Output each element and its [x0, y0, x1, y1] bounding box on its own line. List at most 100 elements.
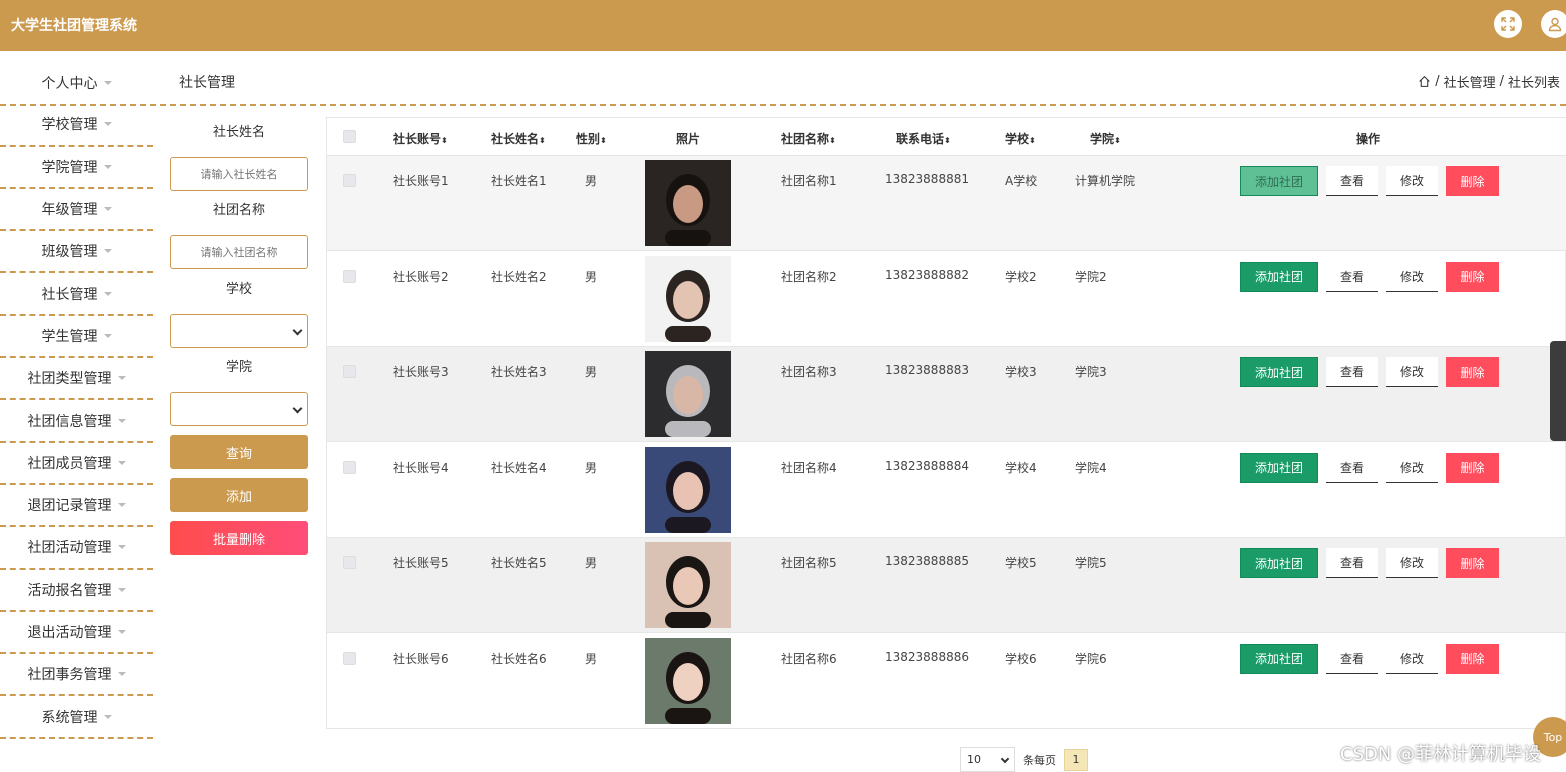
col-school[interactable]: 学校⬍: [1005, 130, 1036, 147]
school-select[interactable]: [170, 314, 308, 348]
cell-name: 社长姓名3: [491, 365, 547, 379]
delete-button[interactable]: 删除: [1446, 548, 1499, 578]
caret-down-icon: [117, 418, 126, 423]
sidebar-item-11[interactable]: 社团活动管理: [0, 527, 153, 570]
edit-button[interactable]: 修改: [1386, 357, 1438, 387]
caret-down-icon: [103, 164, 112, 169]
row-checkbox[interactable]: [343, 174, 356, 187]
college-select[interactable]: [170, 392, 308, 426]
per-page-label: 条每页: [1023, 753, 1056, 767]
breadcrumb-item-manage[interactable]: 社长管理: [1444, 72, 1496, 91]
sidebar-item-label: 退出活动管理: [27, 625, 112, 641]
sidebar-item-14[interactable]: 社团事务管理: [0, 654, 153, 697]
delete-button[interactable]: 删除: [1446, 261, 1499, 292]
add-club-button[interactable]: 添加社团: [1240, 357, 1318, 387]
sidebar-item-label: 年级管理: [41, 202, 98, 219]
view-button[interactable]: 查看: [1326, 261, 1378, 292]
cell-name: 社长姓名5: [491, 556, 547, 570]
sidebar-item-label: 社团事务管理: [27, 667, 112, 684]
delete-button[interactable]: 删除: [1446, 357, 1499, 387]
sidebar-item-9[interactable]: 社团成员管理: [0, 443, 153, 485]
president-name-input[interactable]: [170, 157, 308, 191]
col-college[interactable]: 学院⬍: [1090, 130, 1121, 147]
cell-club: 社团名称3: [781, 365, 837, 379]
sidebar-item-3[interactable]: 年级管理: [0, 189, 153, 232]
cell-phone: 13823888881: [885, 172, 969, 186]
edit-button[interactable]: 修改: [1386, 643, 1438, 674]
president-photo: [645, 542, 731, 628]
sidebar-item-1[interactable]: 学校管理: [0, 104, 153, 147]
sidebar-item-label: 学生管理: [41, 328, 98, 345]
school-label: 学校: [225, 282, 252, 297]
caret-down-icon: [103, 122, 112, 127]
cell-name: 社长姓名1: [491, 174, 547, 188]
col-account[interactable]: 社长账号⬍: [393, 130, 448, 147]
sidebar-item-6[interactable]: 学生管理: [0, 316, 153, 359]
cell-college: 学院4: [1075, 460, 1107, 475]
sort-icon: ⬍: [944, 136, 951, 145]
table-header: 社长账号⬍ 社长姓名⬍ 性别⬍ 照片 社团名称⬍ 联系电话⬍ 学校⬍ 学院⬍ 操…: [327, 118, 1566, 156]
sidebar-item-8[interactable]: 社团信息管理: [0, 400, 153, 443]
view-button[interactable]: 查看: [1326, 357, 1378, 387]
cell-gender: 男: [585, 365, 598, 379]
user-menu-button[interactable]: [1541, 10, 1566, 38]
table-row: 社长账号6 社长姓名6 男 社团名称6 13823888886 学校6 学院6 添加社团 查看修…: [327, 634, 1566, 729]
edit-button[interactable]: 修改: [1386, 166, 1438, 196]
add-button[interactable]: 添加: [170, 478, 308, 512]
sidebar-item-13[interactable]: 退出活动管理: [0, 612, 153, 655]
col-phone[interactable]: 联系电话⬍: [896, 130, 951, 147]
row-checkbox[interactable]: [343, 556, 356, 569]
table-row: 社长账号2 社长姓名2 男 社团名称2 13823888882 学校2 学院2 添加社团 查看修…: [327, 252, 1566, 347]
col-club[interactable]: 社团名称⬍: [781, 130, 836, 147]
add-club-button[interactable]: 添加社团: [1240, 548, 1318, 578]
view-button[interactable]: 查看: [1326, 452, 1378, 483]
add-club-button[interactable]: 添加社团: [1240, 452, 1318, 483]
add-club-button[interactable]: 添加社团: [1240, 166, 1318, 196]
col-gender[interactable]: 性别⬍: [576, 130, 607, 147]
edit-button[interactable]: 修改: [1386, 452, 1438, 483]
sidebar-item-2[interactable]: 学院管理: [0, 147, 153, 189]
sidebar-item-0[interactable]: 个人中心: [0, 62, 153, 104]
sidebar-item-15[interactable]: 系统管理: [0, 696, 153, 739]
cell-gender: 男: [585, 174, 598, 188]
cell-school: 学校5: [1005, 556, 1037, 570]
caret-down-icon: [117, 587, 126, 592]
club-name-input[interactable]: [170, 235, 308, 269]
page-size-select[interactable]: 10: [960, 747, 1015, 772]
fullscreen-button[interactable]: [1494, 10, 1522, 38]
sidebar-item-12[interactable]: 活动报名管理: [0, 570, 153, 612]
batch-delete-button[interactable]: 批量删除: [170, 521, 308, 555]
caret-down-icon: [117, 503, 126, 508]
delete-button[interactable]: 删除: [1446, 452, 1499, 483]
sidebar-item-label: 社团成员管理: [27, 455, 112, 472]
query-button[interactable]: 查询: [170, 435, 308, 469]
caret-down-icon: [103, 291, 112, 296]
page-number[interactable]: 1: [1064, 748, 1088, 771]
edit-button[interactable]: 修改: [1386, 261, 1438, 292]
breadcrumb-item-list: 社长列表: [1507, 76, 1560, 91]
row-checkbox[interactable]: [343, 365, 356, 378]
view-button[interactable]: 查看: [1326, 166, 1378, 196]
add-club-button[interactable]: 添加社团: [1240, 261, 1318, 292]
sidebar: 个人中心 学校管理 学院管理年级管理班级管理 社长管理学生管理社团类型管理 社团信息管理…: [0, 62, 153, 739]
edit-button[interactable]: 修改: [1386, 548, 1438, 578]
view-button[interactable]: 查看: [1326, 548, 1378, 578]
row-checkbox[interactable]: [343, 460, 356, 474]
delete-button[interactable]: 删除: [1446, 166, 1499, 196]
sidebar-item-5[interactable]: 社长管理: [0, 273, 153, 316]
scrollbar-thumb[interactable]: [1550, 341, 1566, 441]
cell-college: 学院3: [1075, 365, 1107, 379]
view-button[interactable]: 查看: [1326, 643, 1378, 674]
sidebar-item-4[interactable]: 班级管理: [0, 231, 153, 274]
select-all-checkbox[interactable]: [343, 130, 356, 143]
add-club-button[interactable]: 添加社团: [1240, 643, 1318, 674]
sidebar-item-7[interactable]: 社团类型管理: [0, 358, 153, 401]
president-photo: [645, 351, 731, 437]
home-icon[interactable]: [1418, 75, 1431, 88]
row-checkbox[interactable]: [343, 651, 356, 665]
row-checkbox[interactable]: [343, 269, 356, 283]
cell-club: 社团名称2: [781, 269, 837, 284]
col-name[interactable]: 社长姓名⬍: [491, 130, 546, 147]
sidebar-item-10[interactable]: 退团记录管理: [0, 485, 153, 528]
delete-button[interactable]: 删除: [1446, 643, 1499, 674]
